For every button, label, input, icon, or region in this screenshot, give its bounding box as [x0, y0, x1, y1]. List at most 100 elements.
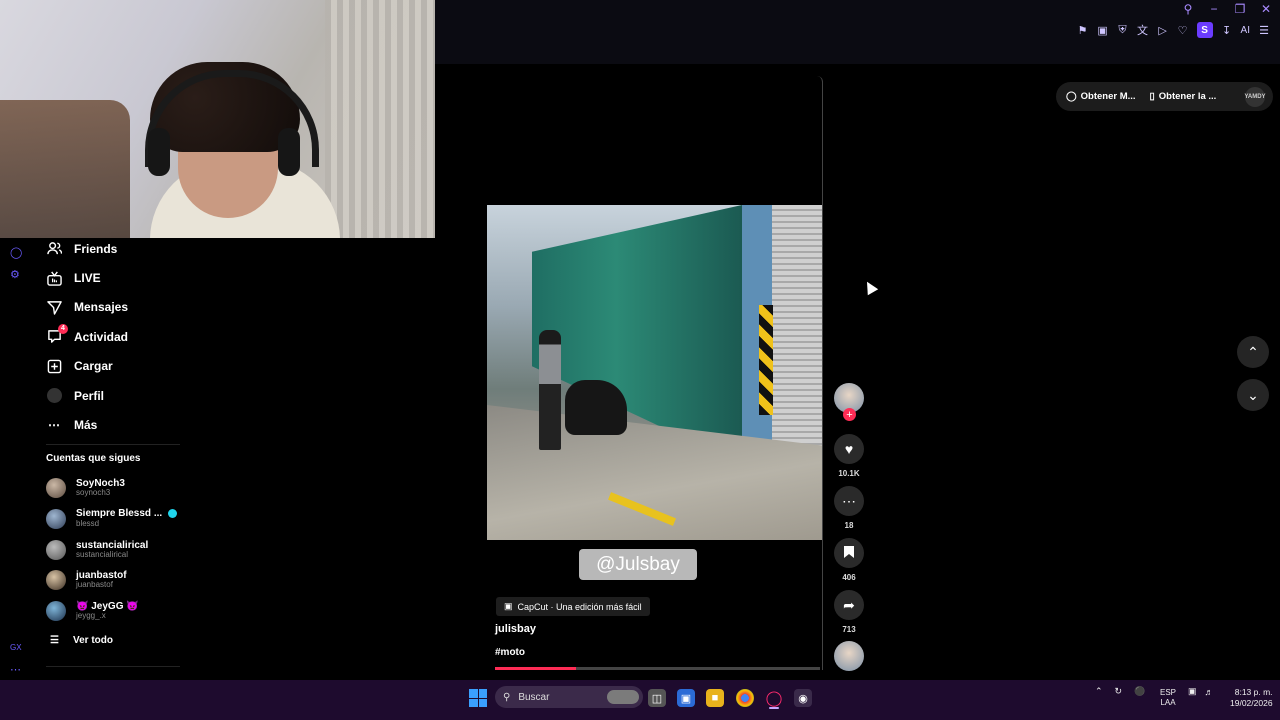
refresh-icon[interactable]: ↻: [1115, 686, 1123, 697]
user-avatar[interactable]: YAMDY: [1244, 86, 1266, 107]
like-button[interactable]: ♥: [834, 434, 864, 464]
like-count: 10.1K: [838, 469, 860, 478]
capcut-icon: ▣: [504, 601, 513, 611]
shield-icon[interactable]: ⛨: [1117, 22, 1129, 38]
upload-icon: [46, 358, 62, 374]
clock-date: 19/02/2026: [1230, 698, 1273, 709]
verified-icon: [168, 509, 178, 519]
sidebar-item-profile[interactable]: Perfil: [46, 381, 186, 410]
system-tray: ⌃ ↻ ⚫: [1095, 686, 1145, 697]
download-icon[interactable]: ↧: [1221, 22, 1233, 38]
task-view-icon[interactable]: ◫: [648, 689, 666, 707]
gx-label[interactable]: GX: [10, 643, 22, 652]
sidebar-item-label: Más: [74, 418, 98, 433]
windows-start-icon[interactable]: [469, 689, 487, 707]
get-mobile-app-button[interactable]: ▯ Obtener la ...: [1150, 91, 1217, 102]
previous-video-button[interactable]: ⌃: [1237, 336, 1269, 368]
video-progress-bar[interactable]: [495, 667, 820, 670]
list-icon: ☰: [50, 635, 59, 646]
store-icon[interactable]: ▣: [677, 689, 695, 707]
following-title: Cuentas que sigues: [46, 453, 141, 464]
sidebar-item-label: Actividad: [74, 329, 129, 344]
sidebar-item-friends[interactable]: Friends: [46, 234, 186, 263]
avatar: [46, 601, 66, 621]
chrome-icon[interactable]: [736, 689, 754, 707]
settings-icon[interactable]: ⚙: [10, 268, 20, 281]
next-video-button[interactable]: ⌄: [1237, 379, 1269, 411]
language-indicator[interactable]: ESP LAA: [1160, 688, 1176, 707]
avatar: [46, 540, 66, 560]
follow-plus-icon[interactable]: +: [843, 408, 856, 421]
activity-icon: 4: [46, 323, 68, 345]
video-shutter: [772, 205, 822, 465]
more-dots-icon[interactable]: ⋯: [10, 663, 21, 676]
account-name: Siempre Blessd ...: [76, 508, 163, 520]
chevron-up-icon: ⌃: [1247, 343, 1259, 360]
bookmark-icon: [844, 545, 854, 561]
taskbar-search[interactable]: ⚲ Buscar: [495, 686, 643, 708]
pin-icon[interactable]: ⚑: [1077, 22, 1089, 38]
sidebar-item-messages[interactable]: Mensajes: [46, 293, 186, 322]
lang-line2: LAA: [1160, 697, 1176, 707]
webcam-chair: [0, 100, 130, 238]
volume-icon[interactable]: ♬: [1205, 687, 1214, 697]
search-highlight-image: [607, 690, 639, 704]
capcut-link[interactable]: ▣ CapCut · Una edición más fácil: [496, 597, 650, 616]
microphone-icon[interactable]: ⚫: [1134, 686, 1145, 697]
file-explorer-icon[interactable]: ■: [706, 689, 724, 707]
sidebar-item-activity[interactable]: 4 Actividad: [46, 322, 186, 351]
video-watermark: @Julsbay: [579, 549, 697, 580]
activity-badge: 4: [58, 323, 68, 334]
webcam-curtain: [325, 0, 435, 238]
play-icon[interactable]: ▷: [1157, 22, 1169, 38]
search-icon[interactable]: ⚲: [1182, 2, 1194, 16]
save-button[interactable]: [834, 538, 864, 568]
browser-sidebar-rail: ◯ ⚙ GX ⋯: [0, 238, 32, 680]
clock-time: 8:13 p. m.: [1234, 687, 1273, 697]
following-account[interactable]: SoyNoch3 soynoch3: [46, 474, 196, 502]
profile-icon: [46, 388, 62, 404]
sidebar-item-live[interactable]: LIVE: [46, 263, 186, 292]
chevron-up-icon[interactable]: ⌃: [1095, 686, 1103, 697]
video-author[interactable]: julisbay: [495, 623, 536, 635]
save-count: 406: [842, 573, 856, 582]
following-account[interactable]: 👿 JeyGG 👿 jeygg_.x: [46, 597, 196, 625]
chat-icon[interactable]: ◯: [10, 246, 22, 259]
following-account[interactable]: juanbastof juanbastof: [46, 566, 196, 594]
sidebar-item-label: Cargar: [74, 359, 113, 374]
translate-icon[interactable]: 文: [1137, 22, 1149, 38]
profile-badge[interactable]: S: [1196, 22, 1213, 38]
see-all-link[interactable]: ☰ Ver todo: [50, 635, 113, 646]
get-app-button[interactable]: ◯ Obtener M...: [1066, 91, 1136, 102]
get-app-bar: ◯ Obtener M... ▯ Obtener la ... YAMDY: [1056, 82, 1273, 111]
close-icon[interactable]: ✕: [1260, 2, 1272, 16]
sidebar-item-upload[interactable]: Cargar: [46, 352, 186, 381]
taskbar-clock[interactable]: 8:13 p. m. 19/02/2026: [1230, 687, 1273, 709]
crop-icon[interactable]: ▣: [1097, 22, 1109, 38]
heart-icon: ♥: [844, 441, 854, 457]
video-hashtag[interactable]: #moto: [495, 647, 525, 658]
menu-icon[interactable]: ☰: [1258, 22, 1270, 38]
following-account[interactable]: sustancialirical sustancialirical: [46, 536, 196, 564]
network-icon[interactable]: ▣: [1188, 686, 1197, 697]
restore-icon[interactable]: ❐: [1234, 2, 1246, 16]
phone-icon: ▯: [1149, 91, 1155, 102]
comment-count: 18: [844, 521, 854, 530]
app-icon: ◯: [1066, 91, 1077, 102]
account-handle: jeygg_.x: [76, 611, 106, 621]
heart-icon[interactable]: ♡: [1177, 22, 1189, 38]
ai-button[interactable]: AI: [1241, 25, 1250, 36]
sound-disc[interactable]: [834, 641, 864, 671]
discord-icon[interactable]: ◉: [794, 689, 812, 707]
comment-button[interactable]: ⋯: [834, 486, 864, 516]
opera-gx-icon[interactable]: ◯: [765, 689, 783, 707]
following-account[interactable]: Siempre Blessd ... blessd: [46, 505, 196, 533]
live-icon: [46, 270, 62, 286]
sidebar-nav: Friends LIVE Mensajes 4 Actividad Cargar…: [46, 234, 186, 440]
video-content[interactable]: [487, 205, 822, 540]
video-hazard-stripes: [759, 305, 773, 415]
share-button[interactable]: ➦: [834, 590, 864, 620]
sidebar-item-more[interactable]: ⋯ Más: [46, 410, 186, 439]
minimize-icon[interactable]: −: [1208, 2, 1220, 16]
avatar: [46, 570, 66, 590]
